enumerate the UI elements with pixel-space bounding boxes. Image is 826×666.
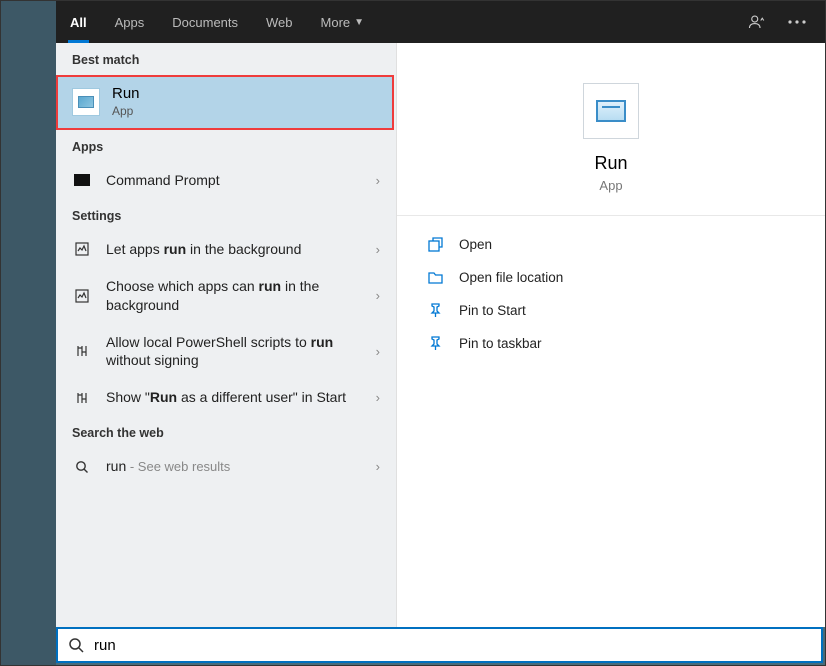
result-setting-different-user[interactable]: Show "Run as a different user" in Start … [56, 379, 396, 416]
section-web: Search the web [56, 416, 396, 448]
folder-icon [425, 270, 445, 285]
tab-all[interactable]: All [56, 1, 101, 43]
tab-apps[interactable]: Apps [101, 1, 159, 43]
chevron-right-icon: › [376, 390, 380, 405]
result-setting-powershell[interactable]: Allow local PowerShell scripts to run wi… [56, 324, 396, 380]
pin-icon [425, 303, 445, 318]
chevron-right-icon: › [376, 459, 380, 474]
tab-more[interactable]: More▼ [307, 1, 379, 43]
search-input[interactable] [94, 637, 821, 654]
best-match-result[interactable]: Run App [56, 75, 394, 130]
settings-item-icon [72, 242, 92, 256]
pin-icon [425, 336, 445, 351]
best-match-subtitle: App [112, 104, 140, 118]
preview-header: Run App [397, 43, 825, 216]
feedback-icon[interactable] [737, 1, 777, 43]
best-match-title: Run [112, 85, 140, 102]
action-pin-taskbar[interactable]: Pin to taskbar [397, 327, 825, 360]
chevron-right-icon: › [376, 173, 380, 188]
search-icon [72, 460, 92, 474]
results-panel: Best match Run App Apps Command Prompt ›… [56, 43, 825, 627]
terminal-icon [72, 174, 92, 186]
action-open[interactable]: Open [397, 228, 825, 261]
action-open-location[interactable]: Open file location [397, 261, 825, 294]
settings-item-icon [72, 289, 92, 303]
run-app-icon [583, 83, 639, 139]
preview-subtitle: App [397, 178, 825, 193]
preview-title: Run [397, 153, 825, 174]
search-icon [58, 637, 94, 653]
results-list: Best match Run App Apps Command Prompt ›… [56, 43, 396, 627]
action-pin-start[interactable]: Pin to Start [397, 294, 825, 327]
result-setting-choose-apps[interactable]: Choose which apps can run in the backgro… [56, 268, 396, 324]
result-command-prompt[interactable]: Command Prompt › [56, 162, 396, 199]
search-bar[interactable] [56, 627, 823, 663]
result-setting-background-apps[interactable]: Let apps run in the background › [56, 231, 396, 268]
filter-tabs: All Apps Documents Web More▼ [56, 1, 378, 43]
chevron-right-icon: › [376, 344, 380, 359]
search-header: All Apps Documents Web More▼ [56, 1, 825, 43]
tab-documents[interactable]: Documents [158, 1, 252, 43]
more-options-icon[interactable] [777, 1, 817, 43]
chevron-right-icon: › [376, 242, 380, 257]
run-app-icon [72, 88, 100, 116]
section-best-match: Best match [56, 43, 396, 75]
section-apps: Apps [56, 130, 396, 162]
action-list: Open Open file location Pin to Start Pin… [397, 216, 825, 372]
chevron-down-icon: ▼ [354, 17, 364, 28]
tab-web[interactable]: Web [252, 1, 307, 43]
chevron-right-icon: › [376, 288, 380, 303]
result-web-search[interactable]: run - See web results › [56, 448, 396, 485]
preview-pane: Run App Open Open file location Pin to S… [396, 43, 825, 627]
open-icon [425, 237, 445, 252]
settings-item-icon [72, 344, 92, 358]
desktop-sidebar [1, 1, 56, 665]
settings-item-icon [72, 391, 92, 405]
section-settings: Settings [56, 199, 396, 231]
